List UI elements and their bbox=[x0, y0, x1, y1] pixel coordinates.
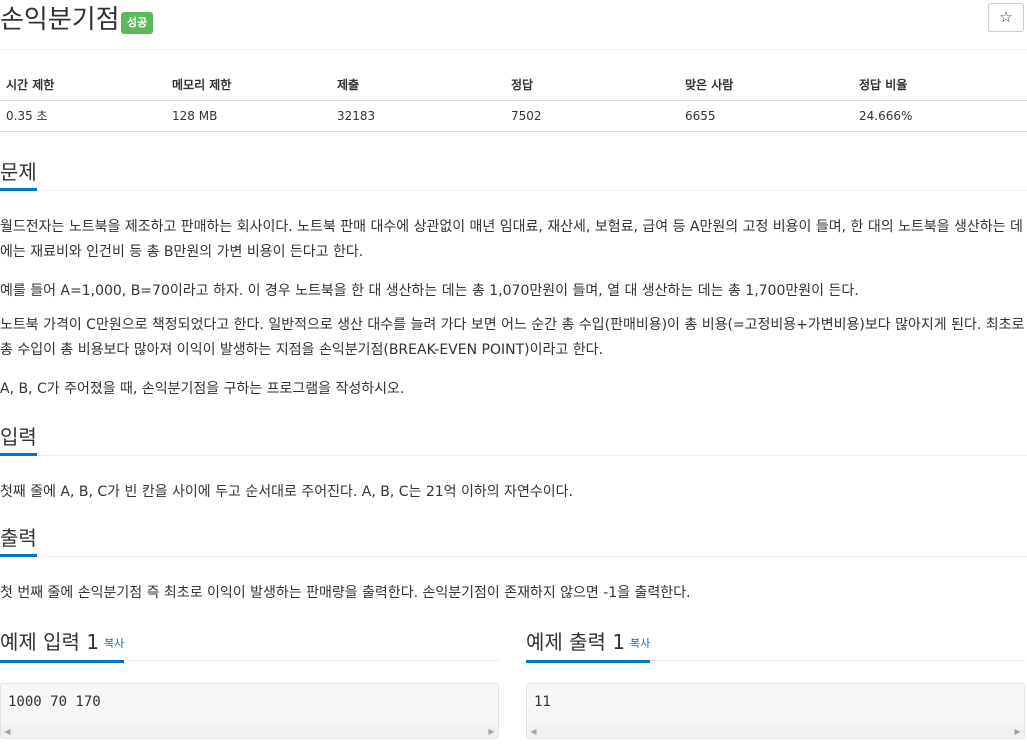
star-icon: ☆ bbox=[999, 8, 1013, 26]
problem-heading: 문제 bbox=[0, 159, 37, 191]
output-section-header: 출력 bbox=[0, 525, 1027, 557]
solvers-value: 6655 bbox=[679, 100, 853, 132]
input-section-header: 입력 bbox=[0, 424, 1027, 456]
sample-input-title-text: 예제 입력 1 bbox=[0, 630, 100, 654]
sample-output-title: 예제 출력 1 복사 bbox=[526, 629, 651, 663]
copy-sample-input-link[interactable]: 복사 bbox=[104, 637, 124, 650]
col-time-limit: 시간 제한 bbox=[0, 69, 166, 101]
problem-section-header: 문제 bbox=[0, 159, 1027, 191]
problem-info-table: 시간 제한 메모리 제한 제출 정답 맞은 사람 정답 비율 0.35 초 12… bbox=[0, 69, 1027, 132]
sample-input-value: 1000 70 170 bbox=[8, 694, 101, 710]
sample-output-box[interactable]: 11 ◀ ▶ bbox=[526, 683, 1025, 739]
problem-paragraph-2: 예를 들어 A=1,000, B=70이라고 하자. 이 경우 노트북을 한 대… bbox=[0, 283, 859, 299]
page-title: 손익분기점 bbox=[0, 5, 120, 35]
output-description: 첫 번째 줄에 손익분기점 즉 최초로 이익이 발생하는 판매량을 출력한다. … bbox=[0, 585, 691, 601]
sample-output-title-text: 예제 출력 1 bbox=[526, 630, 626, 654]
output-heading: 출력 bbox=[0, 525, 37, 557]
sample-input-title: 예제 입력 1 복사 bbox=[0, 629, 125, 663]
arrow-left-icon[interactable]: ◀ bbox=[1, 725, 14, 738]
arrow-right-icon[interactable]: ▶ bbox=[1011, 725, 1024, 738]
star-button[interactable]: ☆ bbox=[988, 3, 1024, 32]
table-row: 0.35 초 128 MB 32183 7502 6655 24.666% bbox=[0, 100, 1027, 132]
memory-limit-value: 128 MB bbox=[166, 100, 331, 132]
sample-output-header: 예제 출력 1 복사 bbox=[526, 629, 1025, 663]
arrow-left-icon[interactable]: ◀ bbox=[527, 725, 540, 738]
col-submissions: 제출 bbox=[331, 69, 505, 101]
problem-paragraph-4: A, B, C가 주어졌을 때, 손익분기점을 구하는 프로그램을 작성하시오. bbox=[0, 381, 405, 397]
col-solvers: 맞은 사람 bbox=[679, 69, 853, 101]
input-description: 첫째 줄에 A, B, C가 빈 칸을 사이에 두고 순서대로 주어진다. A,… bbox=[0, 484, 573, 500]
col-memory-limit: 메모리 제한 bbox=[166, 69, 331, 101]
sample-input-scrollbar[interactable]: ◀ ▶ bbox=[1, 725, 498, 738]
title-row: 손익분기점 성공 ☆ bbox=[0, 0, 1027, 50]
sample-input-box[interactable]: 1000 70 170 ◀ ▶ bbox=[0, 683, 499, 739]
col-accept-ratio: 정답 비율 bbox=[853, 69, 1027, 101]
submissions-value: 32183 bbox=[331, 100, 505, 132]
sample-output-scrollbar[interactable]: ◀ ▶ bbox=[527, 725, 1024, 738]
problem-paragraph-1: 월드전자는 노트북을 제조하고 판매하는 회사이다. 노트북 판매 대수에 상관… bbox=[0, 219, 1023, 260]
status-badge: 성공 bbox=[121, 12, 154, 34]
problem-paragraph-3: 노트북 가격이 C만원으로 책정되었다고 한다. 일반적으로 생산 대수를 늘려… bbox=[0, 317, 1025, 358]
info-table-header-row: 시간 제한 메모리 제한 제출 정답 맞은 사람 정답 비율 bbox=[0, 69, 1027, 101]
sample-output-value: 11 bbox=[534, 694, 551, 710]
sample-input-header: 예제 입력 1 복사 bbox=[0, 629, 499, 663]
col-accepted: 정답 bbox=[505, 69, 679, 101]
accepted-value: 7502 bbox=[505, 100, 679, 132]
arrow-right-icon[interactable]: ▶ bbox=[485, 725, 498, 738]
input-heading: 입력 bbox=[0, 424, 37, 456]
copy-sample-output-link[interactable]: 복사 bbox=[630, 637, 650, 650]
time-limit-value: 0.35 초 bbox=[0, 100, 166, 132]
accept-ratio-value: 24.666% bbox=[853, 100, 1027, 132]
